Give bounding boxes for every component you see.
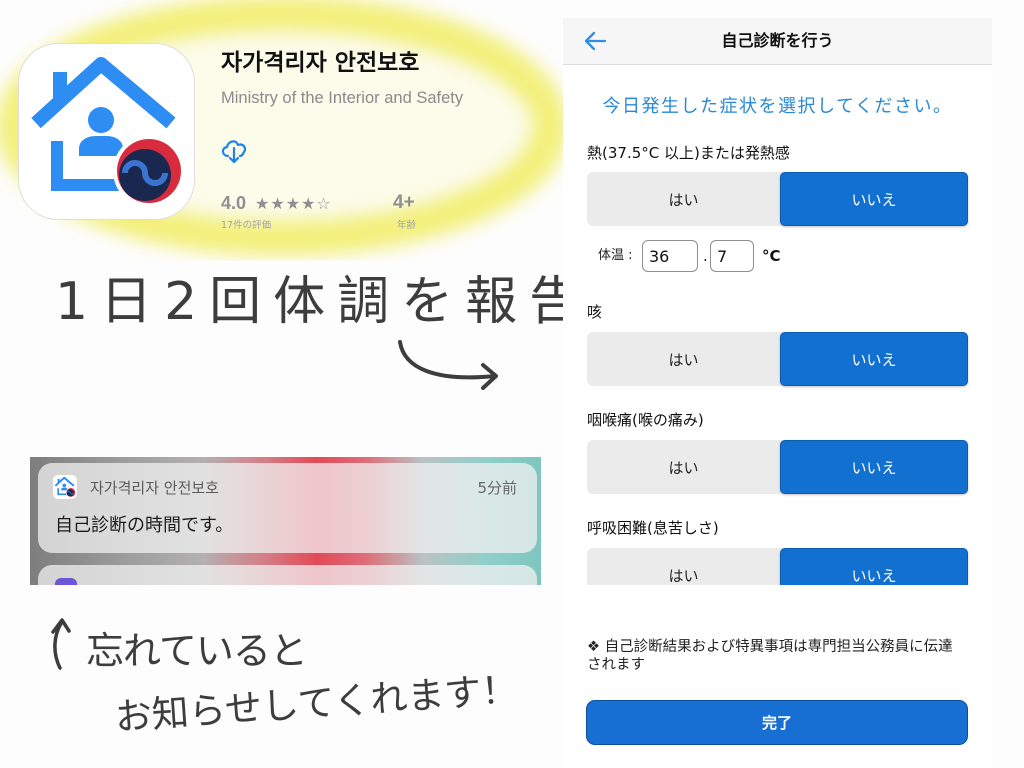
temperature-decimal-point: . (703, 247, 708, 265)
cough-no-option[interactable]: いいえ (780, 332, 968, 386)
screen-title: 自己診断を行う (721, 31, 834, 50)
cloud-download-icon[interactable] (219, 137, 249, 164)
quarantine-app-icon (19, 44, 194, 219)
sore-throat-segmented-control: はい いいえ (587, 440, 968, 494)
nav-bar: 自己診断を行う (563, 18, 992, 65)
rating-stars: ★★★★☆ (255, 194, 332, 213)
handwritten-reminder-line2: お知らせしてくれます！ (113, 667, 520, 739)
submit-button[interactable]: 完了 (586, 700, 968, 745)
temperature-whole-input[interactable] (642, 240, 698, 272)
notification-app-icon (52, 474, 78, 500)
question-sore-throat-label: 咽喉痛(喉の痛み) (587, 411, 704, 429)
sore-throat-no-option[interactable]: いいえ (780, 440, 968, 494)
quarantine-app-icon (54, 476, 77, 499)
app-developer: Ministry of the Interior and Safety (221, 89, 464, 107)
fever-segmented-control: はい いいえ (587, 172, 968, 226)
handwritten-report-note: 1日2回体調を報告 (55, 272, 594, 332)
breathing-no-option[interactable]: いいえ (780, 548, 968, 585)
notification-card-partial[interactable] (38, 565, 537, 585)
notification-time: 5分前 (477, 479, 517, 497)
temperature-unit: °C (762, 247, 781, 265)
rating-value: 4.0 (221, 193, 247, 213)
app-title: 자가격리자 안전보호 (221, 50, 420, 76)
cough-yes-option[interactable]: はい (587, 332, 780, 386)
app-icon (55, 578, 77, 585)
cough-segmented-control: はい いいえ (587, 332, 968, 386)
question-fever-label: 熱(37.5°C 以上)または発熱感 (587, 144, 790, 162)
temperature-label: 体温 : (598, 248, 633, 263)
self-diagnosis-screen: 自己診断を行う 今日発生した症状を選択してください。 熱(37.5°C 以上)ま… (563, 18, 992, 768)
age-rating: 4+ (393, 192, 415, 213)
notification-card[interactable]: 자가격리자 안전보호 5分前 自己診断の時間です。 (38, 463, 537, 553)
age-rating-label: 年齢 (397, 220, 417, 231)
question-cough-label: 咳 (587, 303, 603, 321)
notification-message: 自己診断の時間です。 (55, 515, 234, 536)
notification-screenshot: 자가격리자 안전보호 5分前 自己診断の時間です。 (30, 457, 541, 585)
question-breathing-label: 呼吸困難(息苦しさ) (587, 519, 719, 537)
breathing-segmented-control: はい いいえ (587, 548, 968, 585)
temperature-decimal-input[interactable] (710, 240, 754, 272)
handwritten-reminder-line1: 忘れていると (86, 629, 308, 673)
handwritten-arrow-up (51, 618, 71, 670)
rating-count: 17件の評価 (221, 220, 272, 231)
fever-no-option[interactable]: いいえ (780, 172, 968, 226)
symptom-form[interactable]: 今日発生した症状を選択してください。 熱(37.5°C 以上)または発熱感 はい… (563, 65, 992, 585)
handwritten-arrow-right (398, 340, 498, 390)
fever-yes-option[interactable]: はい (587, 172, 780, 226)
breathing-yes-option[interactable]: はい (587, 548, 780, 585)
notification-app-name: 자가격리자 안전보호 (90, 479, 219, 497)
notice-text: ❖ 自己診断結果および特異事項は専門担当公務員に伝達されます (587, 639, 953, 673)
app-icon (18, 43, 195, 220)
symptom-prompt: 今日発生した症状を選択してください。 (602, 96, 953, 117)
sore-throat-yes-option[interactable]: はい (587, 440, 780, 494)
